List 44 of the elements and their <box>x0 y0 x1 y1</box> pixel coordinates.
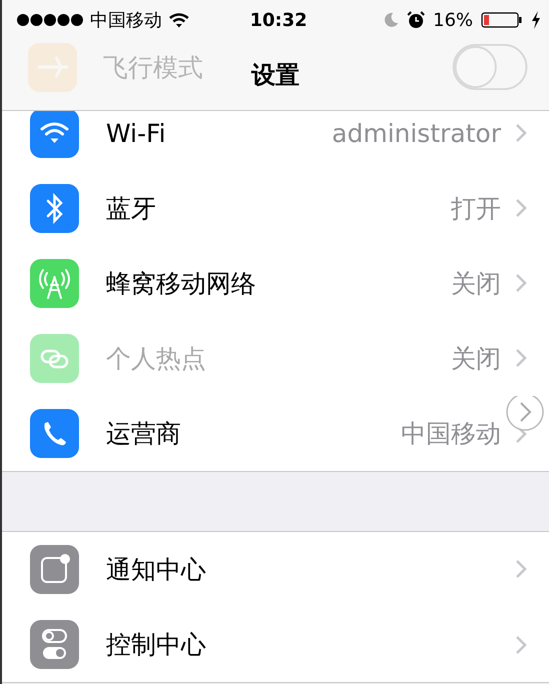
battery-icon <box>481 12 524 28</box>
notifications-icon <box>30 545 79 594</box>
signal-icon <box>16 13 84 27</box>
setting-value: 中国移动 <box>401 418 501 450</box>
control-icon <box>30 620 79 669</box>
setting-value: 关闭 <box>451 342 501 374</box>
setting-value: 关闭 <box>451 268 501 300</box>
toggle-switch[interactable] <box>451 44 529 90</box>
chevron-icon <box>515 273 527 293</box>
carrier-name: 中国移动 <box>90 9 162 32</box>
chevron-icon <box>515 123 527 143</box>
setting-label: 个人热点 <box>106 342 207 374</box>
carrier-icon <box>30 409 79 458</box>
chevron-icon <box>515 348 527 368</box>
settings-row[interactable]: 运营商 中国移动 <box>2 396 549 471</box>
bluetooth-icon <box>30 184 79 233</box>
assistive-touch-icon[interactable] <box>505 396 545 432</box>
clock-time: 10:32 <box>250 10 308 30</box>
alarm-icon <box>407 11 425 29</box>
cellular-icon <box>30 259 79 308</box>
settings-row[interactable]: 通知中心 <box>2 532 549 607</box>
settings-row[interactable]: Wi-Fi administrator <box>2 111 549 171</box>
hotspot-icon <box>30 334 79 383</box>
settings-row[interactable]: 蜂窝移动网络 关闭 <box>2 246 549 321</box>
page-title: 设置 <box>252 60 300 91</box>
setting-label: 通知中心 <box>106 554 207 586</box>
battery-percent: 16% <box>433 10 474 30</box>
charging-icon <box>531 11 542 29</box>
chevron-icon <box>515 559 527 579</box>
moon-icon <box>383 12 399 28</box>
settings-row[interactable]: 控制中心 <box>2 607 549 682</box>
setting-label: 蜂窝移动网络 <box>106 268 257 300</box>
setting-label: 运营商 <box>106 418 182 450</box>
settings-row[interactable]: 蓝牙 打开 <box>2 171 549 246</box>
setting-value: administrator <box>332 118 501 148</box>
setting-value: 打开 <box>451 192 501 224</box>
chevron-icon <box>515 198 527 218</box>
setting-label: 控制中心 <box>106 629 207 661</box>
setting-label: Wi-Fi <box>106 118 167 148</box>
wifi-icon <box>168 12 190 28</box>
setting-label: 飞行模式 <box>103 52 203 84</box>
airplane-icon <box>28 42 77 92</box>
chevron-icon <box>515 634 527 654</box>
setting-label: 蓝牙 <box>106 192 157 224</box>
